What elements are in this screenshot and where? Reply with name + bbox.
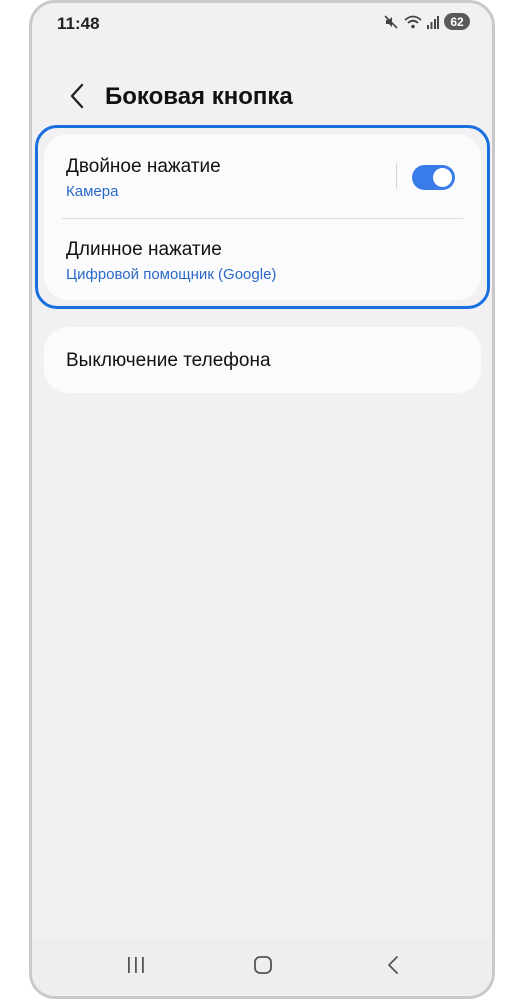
power-off-title: Выключение телефона xyxy=(66,350,271,371)
mute-icon xyxy=(383,14,399,30)
back-button[interactable] xyxy=(62,81,92,115)
back-icon xyxy=(386,955,400,980)
recents-button[interactable] xyxy=(118,952,154,982)
highlight-frame xyxy=(35,125,490,309)
wifi-icon xyxy=(404,14,422,30)
phone-frame: 11:48 62 Боковая кнопка Двойное нажатие … xyxy=(29,0,495,999)
home-icon xyxy=(253,955,273,980)
status-time: 11:48 xyxy=(57,14,100,33)
recents-icon xyxy=(125,956,147,979)
navigation-bar xyxy=(32,938,492,996)
status-bar: 11:48 62 xyxy=(32,3,492,43)
power-off-card: Выключение телефона xyxy=(44,327,481,393)
battery-icon: 62 xyxy=(444,13,470,30)
app-bar: Боковая кнопка xyxy=(32,73,492,123)
page-title: Боковая кнопка xyxy=(105,83,293,110)
power-off-setting[interactable]: Выключение телефона xyxy=(44,327,481,393)
status-icons: 62 xyxy=(383,13,470,30)
signal-icon xyxy=(427,14,439,30)
chevron-left-icon xyxy=(69,83,85,114)
home-button[interactable] xyxy=(245,952,281,982)
nav-back-button[interactable] xyxy=(375,952,411,982)
